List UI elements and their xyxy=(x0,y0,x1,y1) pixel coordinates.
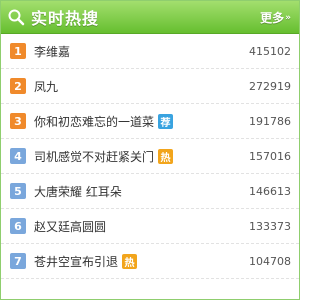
list-item[interactable]: 2 凤九 272919 xyxy=(1,69,299,104)
rank-badge: 3 xyxy=(10,113,26,129)
list-item[interactable]: 7 苍井空宣布引退 热 104708 xyxy=(1,244,299,279)
rank-badge: 4 xyxy=(10,148,26,164)
rank-badge: 2 xyxy=(10,78,26,94)
double-chevron-right-icon: » xyxy=(285,12,291,23)
list-item[interactable]: 5 大唐荣耀 红耳朵 146613 xyxy=(1,174,299,209)
hot-badge: 热 xyxy=(122,253,138,269)
rank-badge: 1 xyxy=(10,43,26,59)
item-title-link[interactable]: 大唐荣耀 红耳朵 xyxy=(34,183,122,200)
list-item[interactable]: 4 司机感觉不对赶紧关门 热 157016 xyxy=(1,139,299,174)
search-count: 133373 xyxy=(249,219,291,233)
more-label: 更多 xyxy=(260,11,285,25)
search-count: 415102 xyxy=(249,44,291,58)
item-title-link[interactable]: 苍井空宣布引退 xyxy=(34,253,118,270)
item-title-link[interactable]: 凤九 xyxy=(34,78,58,95)
item-title-link[interactable]: 李维嘉 xyxy=(34,43,70,60)
list-item[interactable]: 1 李维嘉 415102 xyxy=(1,34,299,69)
list-item[interactable]: 3 你和初恋难忘的一道菜 荐 191786 xyxy=(1,104,299,139)
hot-search-list: 1 李维嘉 415102 2 凤九 272919 3 你和初恋难忘的一道菜 荐 … xyxy=(1,34,299,279)
item-title-link[interactable]: 赵又廷高圆圆 xyxy=(34,218,106,235)
search-magnifier-icon xyxy=(7,8,25,26)
search-count: 157016 xyxy=(249,149,291,163)
rank-badge: 5 xyxy=(10,183,26,199)
more-link[interactable]: 更多 » xyxy=(260,9,291,26)
list-item[interactable]: 6 赵又廷高圆圆 133373 xyxy=(1,209,299,244)
widget-header: 实时热搜 更多 » xyxy=(1,1,299,34)
item-title-link[interactable]: 你和初恋难忘的一道菜 xyxy=(34,113,154,130)
search-count: 104708 xyxy=(249,254,291,268)
widget-title: 实时热搜 xyxy=(31,9,100,28)
search-count: 191786 xyxy=(249,114,291,128)
item-title-link[interactable]: 司机感觉不对赶紧关门 xyxy=(34,148,154,165)
hot-search-widget: 实时热搜 更多 » 1 李维嘉 415102 2 凤九 272919 3 你和初… xyxy=(0,0,300,300)
search-count: 146613 xyxy=(249,184,291,198)
recommend-badge: 荐 xyxy=(158,113,174,129)
search-count: 272919 xyxy=(249,79,291,93)
rank-badge: 6 xyxy=(10,218,26,234)
hot-badge: 热 xyxy=(158,148,174,164)
rank-badge: 7 xyxy=(10,253,26,269)
